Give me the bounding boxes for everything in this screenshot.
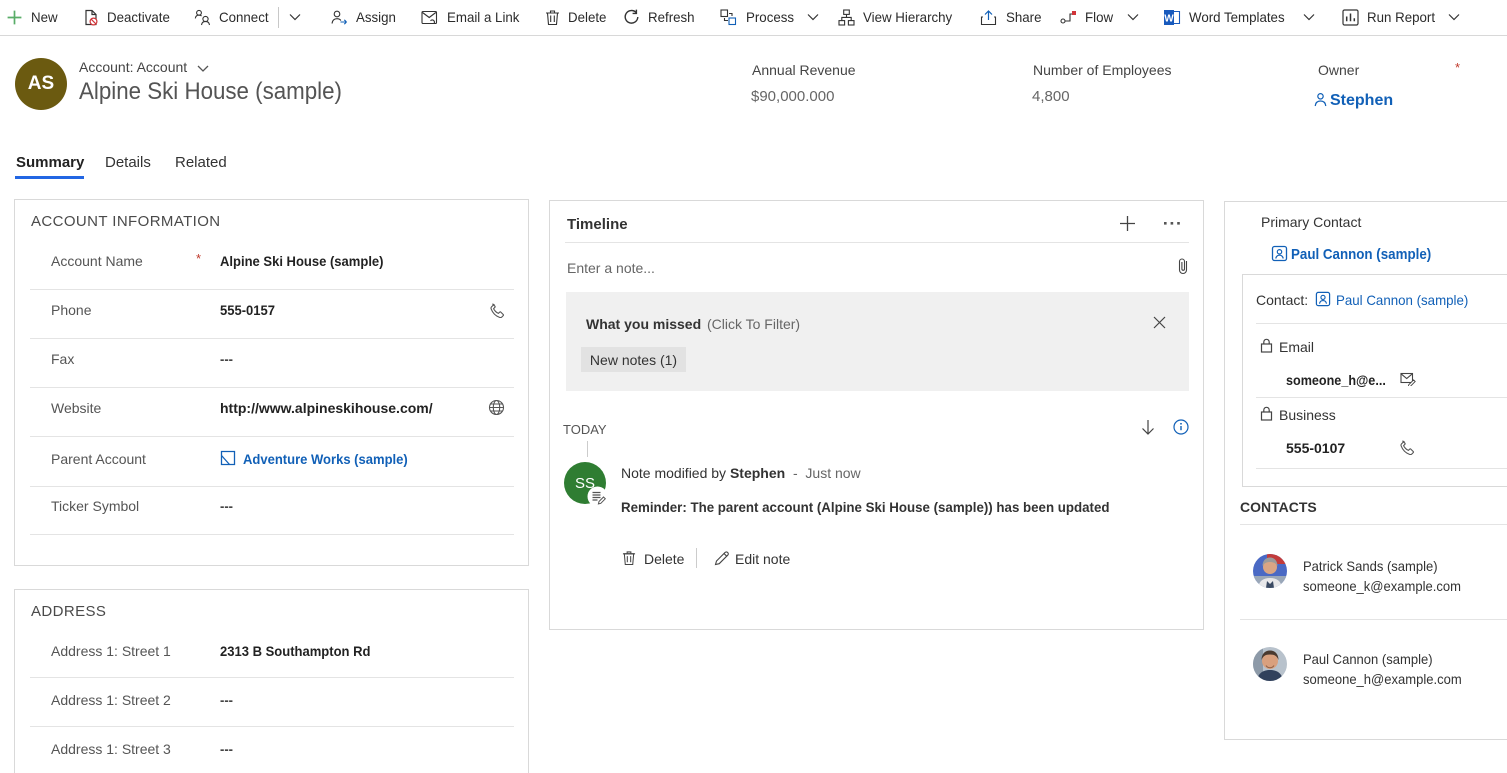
svg-text:W: W — [1164, 13, 1174, 24]
